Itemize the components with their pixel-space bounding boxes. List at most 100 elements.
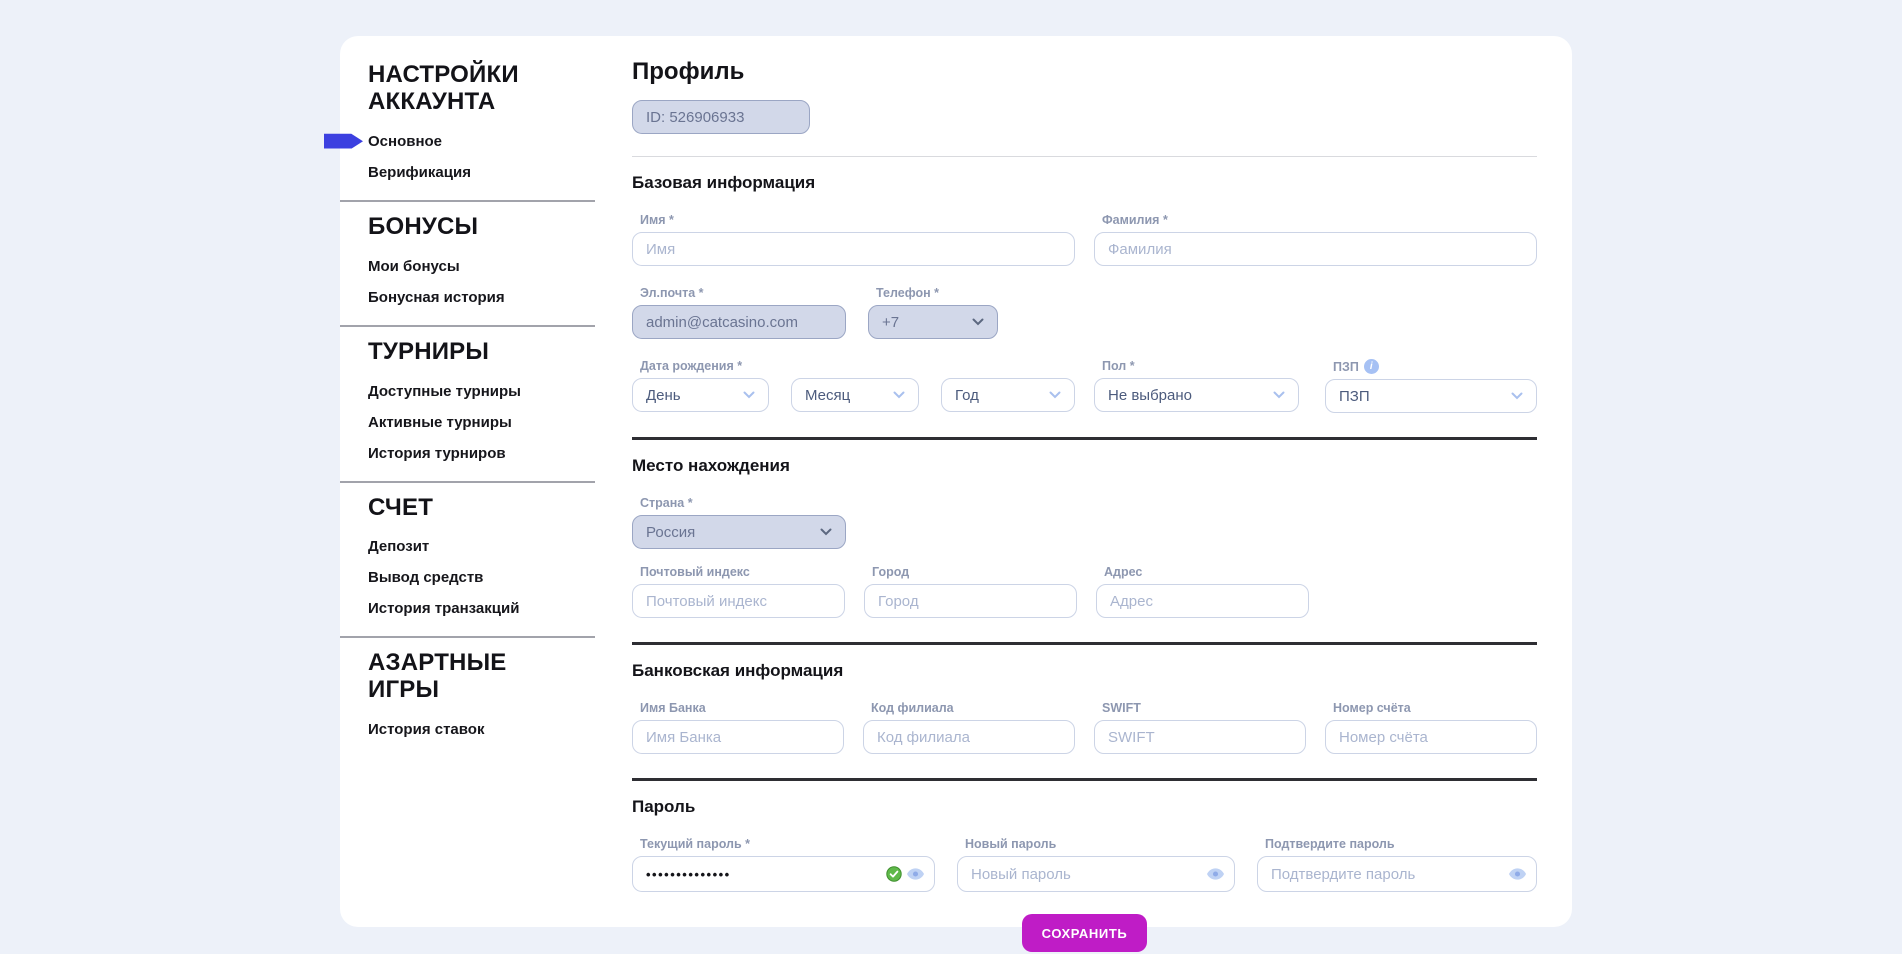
sidebar-item-bet-history[interactable]: История ставок [340,714,595,745]
page-title: Профиль [632,58,1537,86]
city-field-block: Город [864,565,1077,618]
sidebar-item-label: Основное [368,133,442,150]
sidebar-item-deposit[interactable]: Депозит [340,531,595,562]
info-icon[interactable]: i [1364,359,1379,374]
account-number-field-block: Номер счёта [1325,701,1537,754]
sidebar-divider [340,636,595,638]
phone-field-block: Телефон * +7 [868,286,998,339]
country-label: Страна * [640,496,846,510]
sidebar-item-label: История турниров [368,445,506,462]
sidebar-item-main[interactable]: Основное [340,126,595,157]
sidebar-item-label: История ставок [368,721,484,738]
account-number-label: Номер счёта [1333,701,1537,715]
swift-input[interactable] [1094,720,1306,754]
email-label: Эл.почта * [640,286,846,300]
email-field-block: Эл.почта * [632,286,846,339]
chevron-down-icon [893,391,905,399]
sidebar-divider [340,325,595,327]
sidebar-item-label: Бонусная история [368,289,505,306]
sidebar-item-verification[interactable]: Верификация [340,157,595,188]
city-input[interactable] [864,584,1077,618]
first-name-label: Имя * [640,213,1075,227]
pzp-value: ПЗП [1339,388,1370,405]
phone-code-select: +7 [868,305,998,339]
bank-name-input[interactable] [632,720,844,754]
gender-field-block: Пол * Не выбрано [1094,359,1299,413]
bank-info-heading: Банковская информация [632,661,1537,681]
birth-month-select[interactable]: Месяц [791,378,919,412]
pzp-label: ПЗП i [1333,359,1537,374]
location-heading: Место нахождения [632,456,1537,476]
eye-icon[interactable] [1207,868,1224,880]
section-divider [632,642,1537,645]
pzp-label-text: ПЗП [1333,360,1359,374]
chevron-down-icon [1511,392,1523,400]
chevron-down-icon [972,318,984,326]
last-name-label: Фамилия * [1102,213,1537,227]
birth-date-label: Дата рождения * [640,359,1075,373]
sidebar-divider [340,481,595,483]
sidebar-item-available-tournaments[interactable]: Доступные турниры [340,376,595,407]
chevron-down-icon [743,391,755,399]
phone-label: Телефон * [876,286,998,300]
account-number-input[interactable] [1325,720,1537,754]
new-password-label: Новый пароль [965,837,1235,851]
chevron-down-icon [1049,391,1061,399]
sidebar-item-my-bonuses[interactable]: Мои бонусы [340,251,595,282]
confirm-password-label: Подтвердите пароль [1265,837,1537,851]
birth-year-value: Год [955,387,979,404]
sidebar-section-title-account-settings: НАСТРОЙКИ АККАУНТА [368,62,553,116]
page: НАСТРОЙКИ АККАУНТА Основное Верификация … [0,0,1902,954]
branch-code-field-block: Код филиала [863,701,1075,754]
branch-code-input[interactable] [863,720,1075,754]
last-name-input[interactable] [1094,232,1537,266]
sidebar-section-title-gambling: АЗАРТНЫЕ ИГРЫ [368,650,553,704]
address-input[interactable] [1096,584,1309,618]
sidebar-section-title-bonuses: БОНУСЫ [368,214,553,241]
bank-name-field-block: Имя Банка [632,701,844,754]
postal-input[interactable] [632,584,845,618]
email-field [632,305,846,339]
swift-field-block: SWIFT [1094,701,1306,754]
header-divider [632,156,1537,157]
pzp-field-block: ПЗП i ПЗП [1325,359,1537,413]
gender-label: Пол * [1102,359,1299,373]
birth-month-value: Месяц [805,387,850,404]
sidebar-item-label: Вывод средств [368,569,483,586]
sidebar-item-label: Депозит [368,538,429,555]
pzp-select[interactable]: ПЗП [1325,379,1537,413]
user-id-field [632,100,810,134]
sidebar-item-label: Мои бонусы [368,258,460,275]
eye-icon[interactable] [907,868,924,880]
gender-select[interactable]: Не выбрано [1094,378,1299,412]
first-name-input[interactable] [632,232,1075,266]
country-select: Россия [632,515,846,549]
basic-info-heading: Базовая информация [632,173,1537,193]
bank-name-label: Имя Банка [640,701,844,715]
confirm-password-input[interactable] [1257,856,1537,892]
swift-label: SWIFT [1102,701,1306,715]
save-button[interactable]: СОХРАНИТЬ [1022,914,1147,952]
new-password-input[interactable] [957,856,1235,892]
active-item-arrow-icon [324,134,363,149]
sidebar-item-withdrawal[interactable]: Вывод средств [340,562,595,593]
branch-code-label: Код филиала [871,701,1075,715]
sidebar-item-bonus-history[interactable]: Бонусная история [340,282,595,313]
confirm-password-field-block: Подтвердите пароль [1257,837,1537,892]
sidebar-item-transaction-history[interactable]: История транзакций [340,593,595,624]
address-label: Адрес [1104,565,1309,579]
eye-icon[interactable] [1509,868,1526,880]
gender-value: Не выбрано [1108,387,1192,404]
chevron-down-icon [820,528,832,536]
postal-label: Почтовый индекс [640,565,845,579]
birth-year-select[interactable]: Год [941,378,1075,412]
sidebar-item-tournament-history[interactable]: История турниров [340,438,595,469]
valid-check-icon [886,866,902,882]
current-password-field-block: Текущий пароль * [632,837,935,892]
sidebar-item-active-tournaments[interactable]: Активные турниры [340,407,595,438]
account-settings-card: НАСТРОЙКИ АККАУНТА Основное Верификация … [340,36,1572,927]
section-divider [632,778,1537,781]
birth-day-select[interactable]: День [632,378,769,412]
country-field-block: Страна * Россия [632,496,846,549]
country-value: Россия [646,524,695,541]
